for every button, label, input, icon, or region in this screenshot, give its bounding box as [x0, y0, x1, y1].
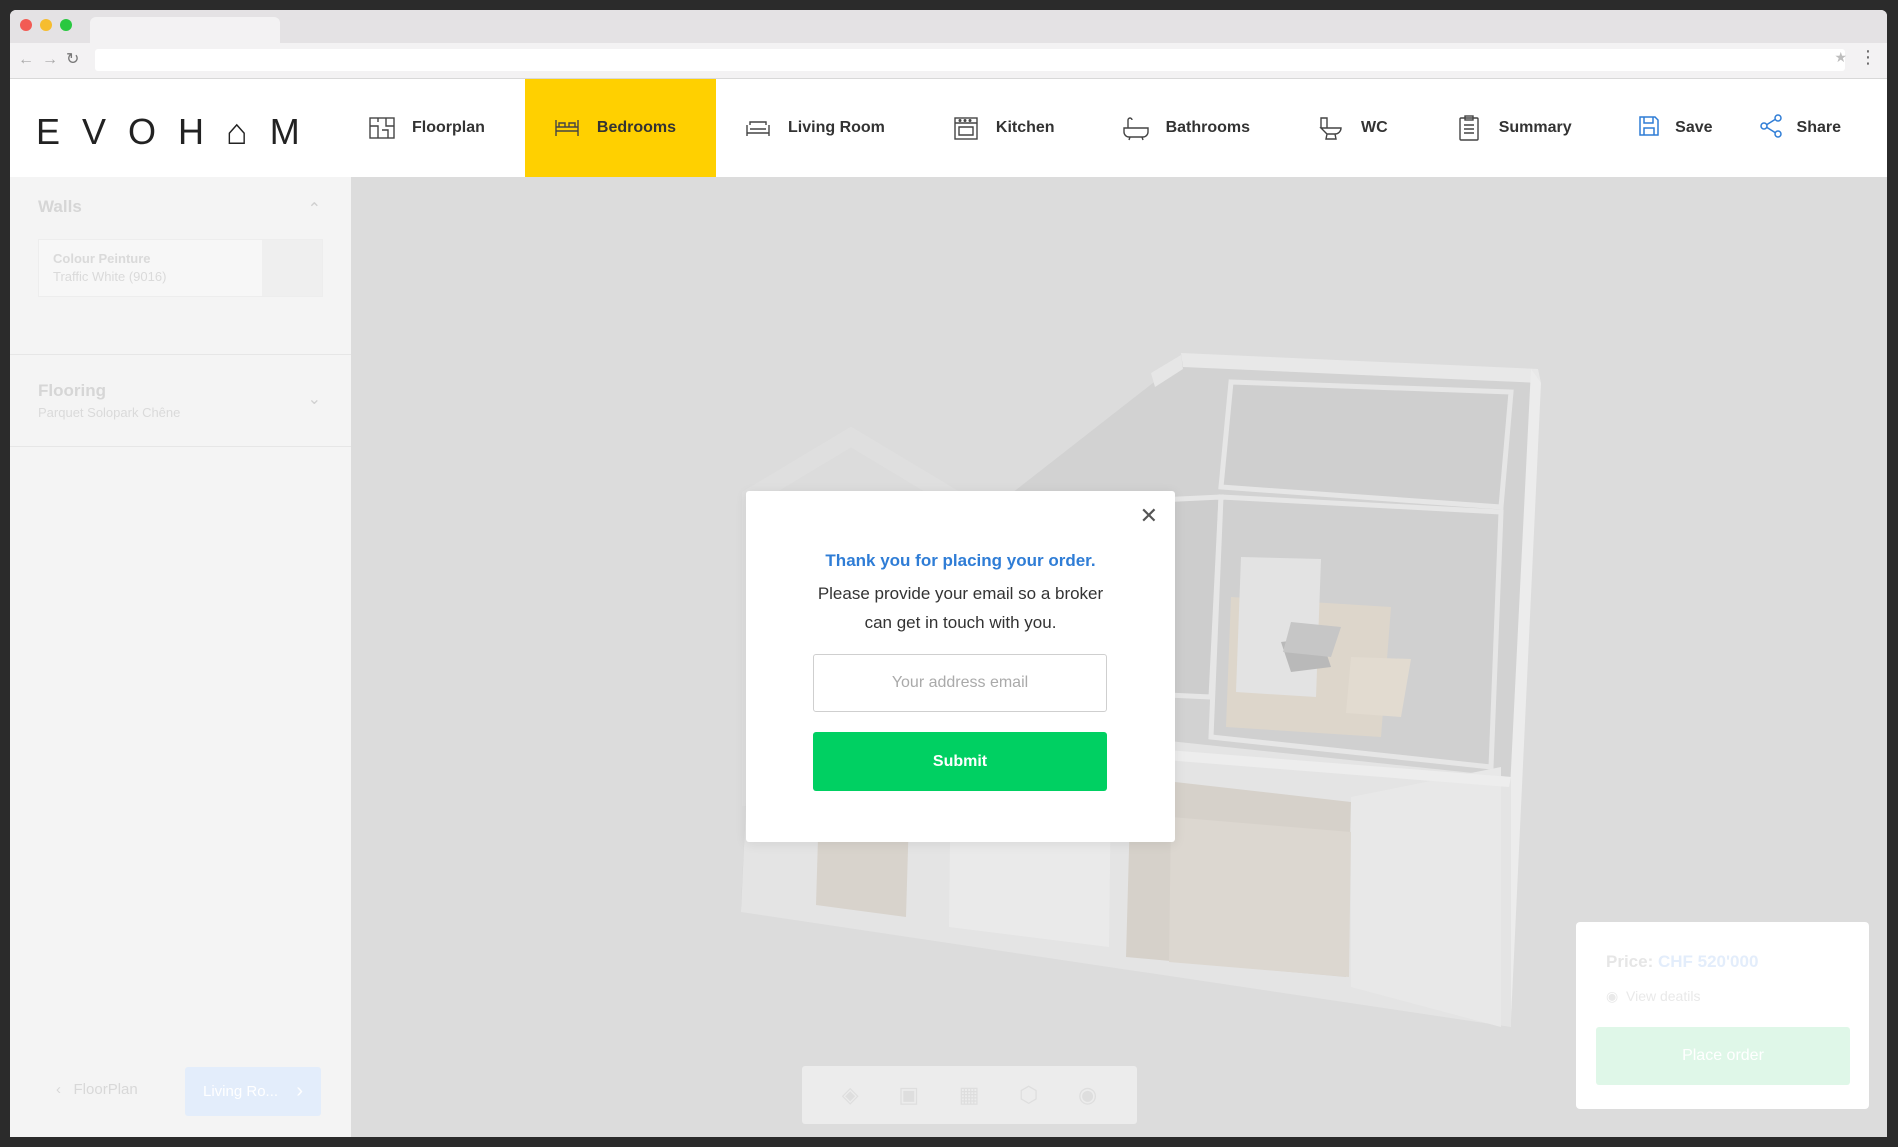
flooring-section[interactable]: Flooring Parquet Solopark Chêne ⌄ — [10, 355, 351, 447]
price-display: Price: CHF 520'000 — [1606, 952, 1758, 972]
forward-arrow-icon[interactable]: → — [42, 50, 58, 70]
share-label: Share — [1796, 119, 1841, 136]
wall-colour-option[interactable]: Colour Peinture Traffic White (9016) — [38, 239, 323, 297]
save-button[interactable]: Save — [1637, 114, 1713, 143]
nav-item-summary[interactable]: Summary — [1428, 79, 1612, 177]
nav-label: WC — [1361, 119, 1388, 136]
walls-title[interactable]: Walls — [38, 197, 323, 217]
browser-tab[interactable] — [90, 17, 280, 45]
prev-label: FloorPlan — [73, 1081, 138, 1098]
sofa-icon — [744, 114, 772, 142]
address-bar[interactable] — [95, 49, 1845, 71]
nav-item-wc[interactable]: WC — [1290, 79, 1428, 177]
price-value: CHF 520'000 — [1657, 952, 1759, 971]
next-label: Living Ro... — [203, 1083, 279, 1100]
save-label: Save — [1675, 119, 1713, 136]
view-details-link[interactable]: ◉ View deatils — [1606, 988, 1700, 1005]
details-label: View deatils — [1626, 988, 1701, 1004]
chevron-right-icon: › — [296, 1080, 303, 1102]
nav-label: Bedrooms — [596, 119, 677, 136]
share-icon — [1759, 113, 1783, 143]
nav-item-bathrooms[interactable]: Bathrooms — [1095, 79, 1290, 177]
floppy-disk-icon — [1637, 114, 1661, 143]
previous-step-button[interactable]: ‹ FloorPlan — [56, 1081, 138, 1098]
browser-menu-icon[interactable]: ⋮ — [1859, 47, 1877, 67]
flooring-title: Flooring — [38, 381, 106, 400]
submit-button[interactable]: Submit — [813, 732, 1107, 791]
options-sidebar: Walls ⌃ Colour Peinture Traffic White (9… — [10, 177, 351, 1137]
view-toolbar: ◈ ▣ ▦ ⬡ ◉ — [802, 1066, 1137, 1124]
chevron-left-icon: ‹ — [56, 1081, 61, 1098]
camera-icon[interactable]: ▣ — [898, 1082, 919, 1108]
email-input[interactable] — [813, 654, 1107, 712]
floorplan-view-icon[interactable]: ▦ — [959, 1082, 980, 1108]
stove-icon — [952, 114, 980, 142]
nav-label: Living Room — [788, 119, 885, 136]
clipboard-icon — [1455, 114, 1483, 142]
browser-window: ← → ↻ ★ ⋮ EVOH⌂M Floorplan Bedrooms Livi… — [10, 10, 1887, 1137]
nav-item-living-room[interactable]: Living Room — [716, 79, 925, 177]
close-window-button[interactable] — [20, 19, 32, 31]
3d-layers-icon[interactable]: ◈ — [842, 1082, 859, 1108]
price-label: Price: — [1606, 952, 1654, 971]
back-arrow-icon[interactable]: ← — [18, 50, 34, 70]
swatch-label: Colour Peinture — [53, 251, 151, 266]
next-step-button[interactable]: Living Ro... › — [185, 1067, 321, 1116]
floorplan-icon — [368, 114, 396, 142]
evohom-logo[interactable]: EVOH⌂M — [36, 111, 322, 153]
nav-item-floorplan[interactable]: Floorplan — [368, 79, 525, 177]
main-nav: Floorplan Bedrooms Living Room Kitchen B… — [368, 79, 1612, 177]
toilet-icon — [1317, 114, 1345, 142]
close-icon[interactable]: ✕ — [1140, 505, 1158, 527]
bookmark-star-icon[interactable]: ★ — [1834, 49, 1847, 66]
walls-section: Walls ⌃ Colour Peinture Traffic White (9… — [10, 177, 351, 355]
nav-item-kitchen[interactable]: Kitchen — [925, 79, 1095, 177]
bathtub-icon — [1122, 114, 1150, 142]
modal-message: Please provide your email so a broker ca… — [817, 584, 1104, 632]
nav-label: Kitchen — [995, 119, 1055, 136]
modal-title: Thank you for placing your order. — [825, 551, 1096, 570]
email-request-modal: ✕ Thank you for placing your order. Plea… — [746, 491, 1175, 842]
chevron-up-icon[interactable]: ⌃ — [308, 199, 321, 219]
minimize-window-button[interactable] — [40, 19, 52, 31]
eye-icon: ◉ — [1606, 988, 1619, 1004]
browser-titlebar — [10, 10, 1887, 45]
place-order-button[interactable]: Place order — [1596, 1027, 1850, 1085]
flooring-value: Parquet Solopark Chêne — [38, 405, 181, 420]
nav-item-bedrooms[interactable]: Bedrooms — [524, 79, 717, 177]
nav-label: Floorplan — [412, 119, 485, 136]
share-button[interactable]: Share — [1759, 113, 1841, 143]
bed-icon — [553, 114, 581, 142]
price-card: Price: CHF 520'000 ◉ View deatils Place … — [1576, 922, 1869, 1109]
reload-icon[interactable]: ↻ — [66, 50, 79, 70]
cube-icon[interactable]: ⬡ — [1019, 1082, 1038, 1108]
header-actions: Save Share — [1637, 79, 1841, 177]
chevron-down-icon[interactable]: ⌄ — [308, 389, 321, 409]
eye-view-icon[interactable]: ◉ — [1078, 1082, 1097, 1108]
colour-swatch — [262, 240, 322, 296]
swatch-value: Traffic White (9016) — [53, 269, 167, 284]
nav-label: Bathrooms — [1165, 119, 1251, 136]
browser-toolbar: ← → ↻ ★ ⋮ — [10, 43, 1887, 79]
sidebar-footer: ‹ FloorPlan Living Ro... › — [10, 1067, 351, 1117]
nav-label: Summary — [1498, 119, 1572, 136]
app-header: EVOH⌂M Floorplan Bedrooms Living Room Ki… — [10, 79, 1887, 177]
maximize-window-button[interactable] — [60, 19, 72, 31]
